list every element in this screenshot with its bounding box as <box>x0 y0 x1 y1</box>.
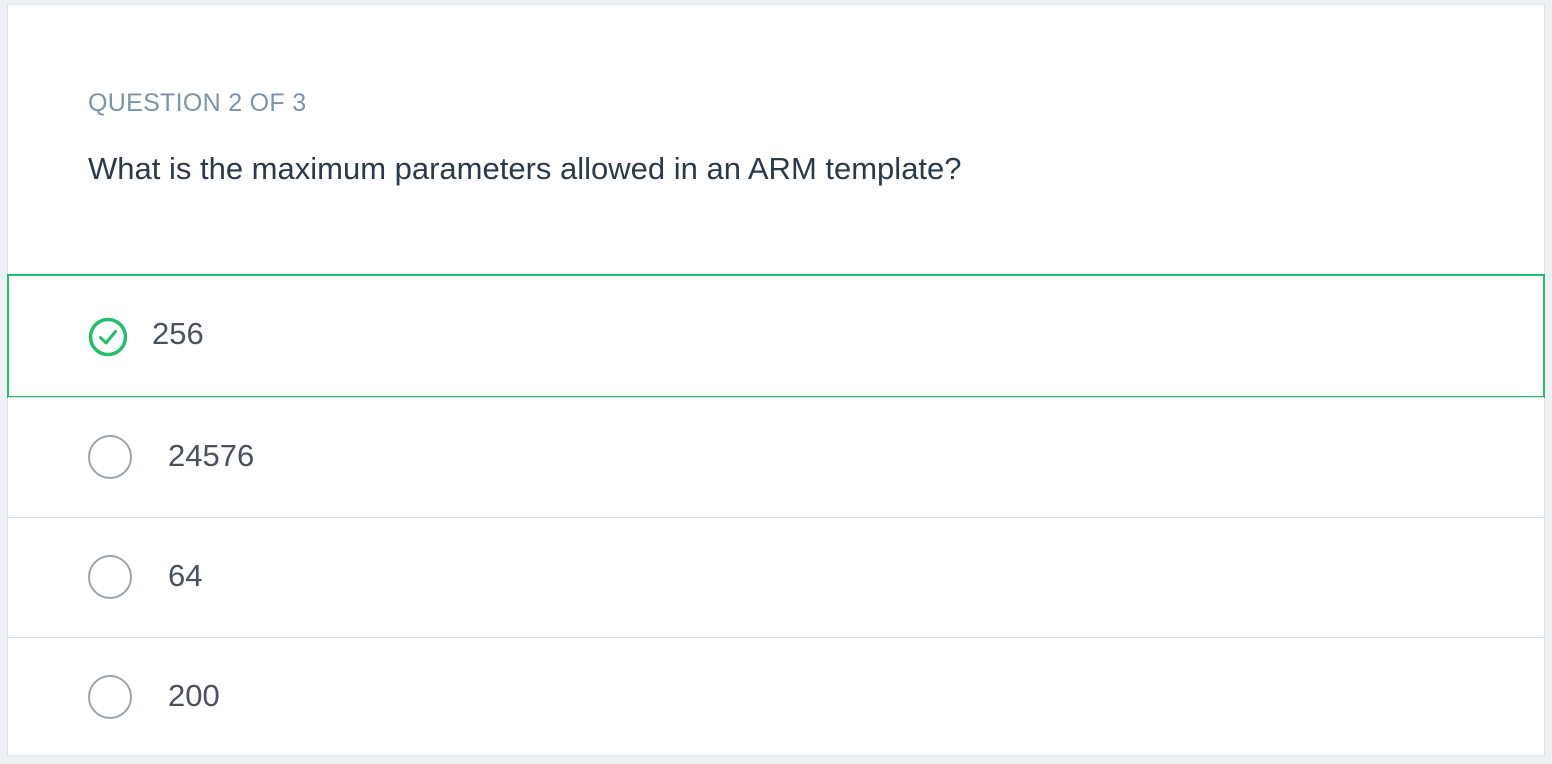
question-counter: QUESTION 2 OF 3 <box>88 89 307 117</box>
answer-option-label: 256 <box>152 316 204 351</box>
question-text: What is the maximum parameters allowed i… <box>88 151 962 186</box>
answer-option-label: 24576 <box>168 438 255 473</box>
radio-circle-icon[interactable] <box>88 675 132 719</box>
answer-option-3[interactable]: 64 <box>8 517 1544 637</box>
radio-circle-icon[interactable] <box>88 435 132 479</box>
answer-option-1[interactable]: 256 <box>7 274 1545 398</box>
answer-option-4[interactable]: 200 <box>8 637 1544 757</box>
answer-option-2[interactable]: 24576 <box>8 397 1544 517</box>
answer-option-label: 64 <box>168 558 203 593</box>
check-circle-icon <box>88 317 128 357</box>
radio-circle-icon[interactable] <box>88 555 132 599</box>
answer-option-label: 200 <box>168 678 220 713</box>
answer-options: 256 24576 64 200 <box>7 274 1545 757</box>
quiz-card: QUESTION 2 OF 3 What is the maximum para… <box>7 4 1545 756</box>
question-header: QUESTION 2 OF 3 What is the maximum para… <box>8 5 1544 275</box>
